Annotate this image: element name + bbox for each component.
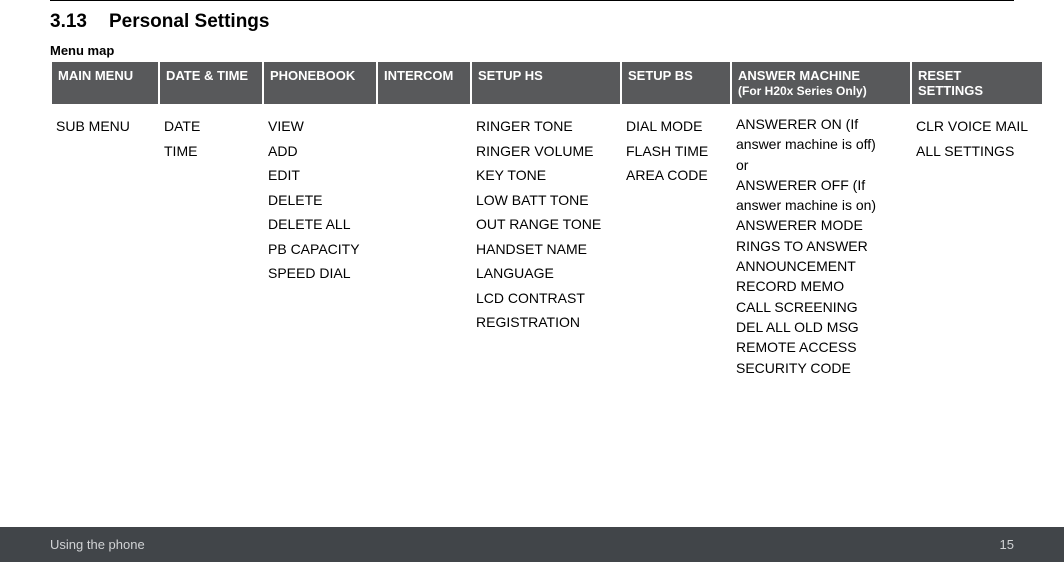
th-setup-hs: SETUP HS (472, 62, 620, 104)
th-answer-machine-title: ANSWER MACHINE (738, 68, 860, 83)
th-date-time: DATE & TIME (160, 62, 262, 104)
top-rule (50, 0, 1014, 1)
th-answer-machine-sub: (For H20x Series Only) (738, 84, 867, 98)
menu-map-table: MAIN MENU DATE & TIME PHONEBOOK INTERCOM… (50, 62, 1044, 382)
cell-main-menu: SUB MENU (52, 104, 158, 382)
cell-setup-bs: DIAL MODEFLASH TIMEAREA CODE (622, 104, 730, 382)
th-reset-a: RESET (918, 68, 961, 83)
th-main-menu: MAIN MENU (52, 62, 158, 104)
cell-answer-machine: ANSWERER ON (If answer machine is off)or… (732, 104, 910, 382)
cell-phonebook: VIEWADDEDITDELETEDELETE ALLPB CAPACITYSP… (264, 104, 376, 382)
cell-intercom (378, 104, 470, 382)
menu-map-label: Menu map (50, 43, 1014, 58)
footer-left: Using the phone (50, 537, 145, 552)
th-setup-bs: SETUP BS (622, 62, 730, 104)
th-intercom: INTERCOM (378, 62, 470, 104)
th-phonebook: PHONEBOOK (264, 62, 376, 104)
footer: Using the phone 15 (0, 527, 1064, 562)
th-answer-machine: ANSWER MACHINE (For H20x Series Only) (732, 62, 910, 104)
section-number: 3.13 (50, 11, 87, 33)
cell-date-time: DATETIME (160, 104, 262, 382)
footer-page-number: 15 (1000, 537, 1014, 552)
cell-setup-hs: RINGER TONERINGER VOLUMEKEY TONELOW BATT… (472, 104, 620, 382)
th-reset-settings: RESET SETTINGS (912, 62, 1042, 104)
th-reset-b: SETTINGS (918, 83, 983, 98)
section-title: 3.13 Personal Settings (50, 11, 1014, 33)
cell-reset-settings: CLR VOICE MAILALL SETTINGS (912, 104, 1042, 382)
section-title-text: Personal Settings (109, 11, 270, 32)
